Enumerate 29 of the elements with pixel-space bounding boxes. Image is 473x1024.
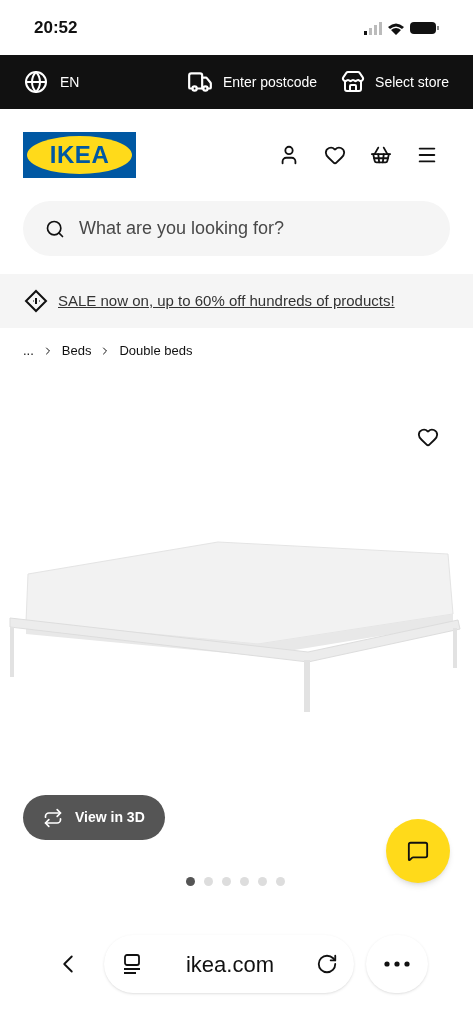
reload-icon[interactable] xyxy=(316,953,338,975)
heart-icon[interactable] xyxy=(324,144,346,166)
more-icon xyxy=(384,961,410,967)
store-button[interactable]: Select store xyxy=(341,70,449,94)
chat-icon xyxy=(407,840,429,862)
status-time: 20:52 xyxy=(34,16,78,39)
signal-icon xyxy=(364,20,382,35)
breadcrumb-link[interactable]: ... xyxy=(23,341,34,361)
truck-icon xyxy=(186,69,213,95)
favourite-icon[interactable] xyxy=(417,426,439,448)
url-text: ikea.com xyxy=(184,950,275,979)
store-icon xyxy=(341,70,366,94)
search-field[interactable]: What are you looking for? xyxy=(79,215,428,242)
postcode-button[interactable]: Enter postcode xyxy=(186,69,318,95)
language-button[interactable]: EN xyxy=(24,70,80,94)
ikea-logo[interactable]: IKEA xyxy=(23,132,136,178)
search-bar[interactable]: What are you looking for? xyxy=(23,201,450,256)
tag-icon xyxy=(24,289,48,313)
basket-icon[interactable] xyxy=(370,144,392,166)
search-icon xyxy=(45,218,65,239)
view-3d-button[interactable]: View in 3D xyxy=(23,795,165,840)
battery-icon xyxy=(410,21,439,34)
chat-button[interactable] xyxy=(386,819,450,883)
breadcrumb-link[interactable]: Double beds xyxy=(119,341,193,361)
globe-icon xyxy=(24,70,48,94)
promo-link[interactable]: SALE now on, up to 60% off hundreds of products! xyxy=(58,289,395,313)
breadcrumb-link[interactable]: Beds xyxy=(61,341,92,361)
address-bar[interactable]: ikea.com xyxy=(104,935,354,993)
rotate-icon xyxy=(43,807,63,828)
